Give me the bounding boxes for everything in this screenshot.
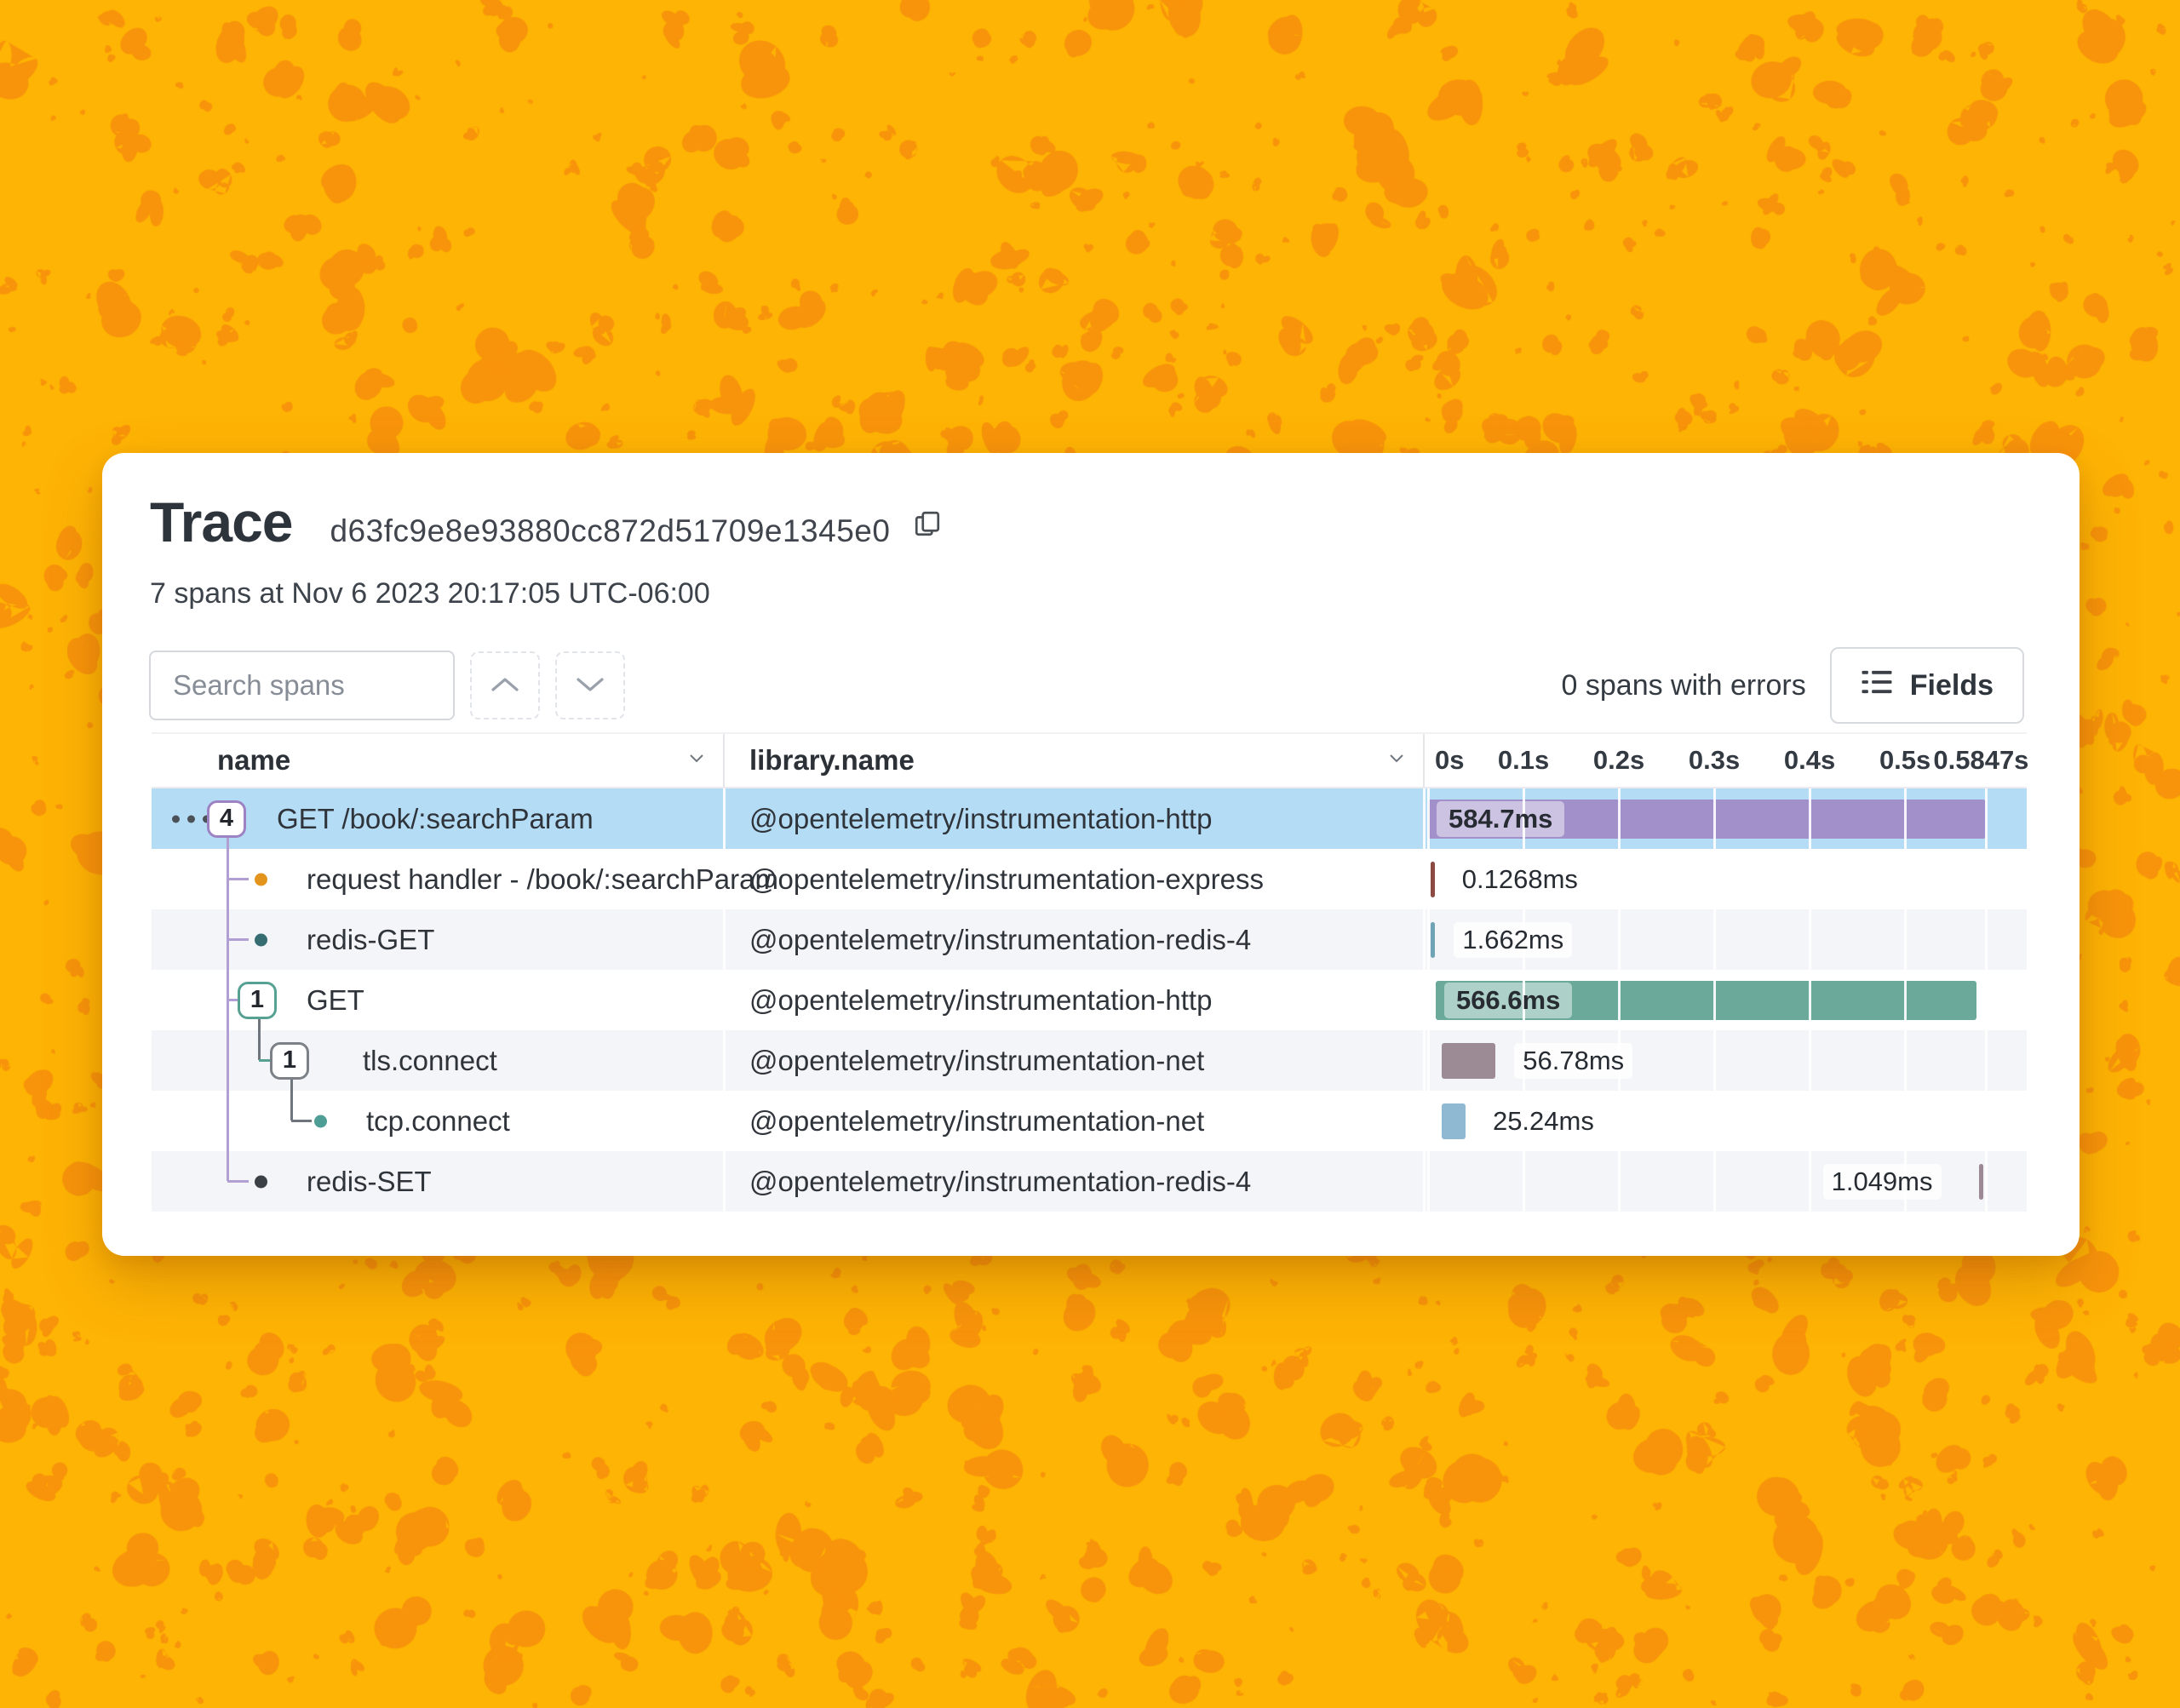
span-timeline-cell: 566.6ms (1425, 970, 2027, 1030)
duration-label: 0.1268ms (1454, 862, 1586, 897)
table-header: name library.name 0s 0.1s 0.2s 0.3s 0.4s 0.5s… (152, 732, 2027, 788)
span-name: request handler - /book/:searchParam (307, 863, 778, 896)
child-count-badge[interactable]: 1 (238, 982, 277, 1019)
span-name-cell: tcp.connect (152, 1091, 725, 1151)
span-library-cell: @opentelemetry/instrumentation-net (725, 1030, 1425, 1091)
copy-icon[interactable] (912, 508, 943, 543)
span-timeline-cell: 1.049ms (1425, 1151, 2027, 1212)
duration-label: 566.6ms (1444, 983, 1572, 1018)
page-title: Trace (150, 490, 292, 553)
library-name: @opentelemetry/instrumentation-net (749, 1045, 1204, 1077)
span-library-cell: @opentelemetry/instrumentation-express (725, 849, 1425, 909)
trace-id: d63fc9e8e93880cc872d51709e1345e0 (330, 513, 890, 549)
duration-label: 25.24ms (1484, 1103, 1603, 1139)
span-library-cell: @opentelemetry/instrumentation-net (725, 1091, 1425, 1151)
library-name: @opentelemetry/instrumentation-http (749, 984, 1212, 1017)
span-library-cell: @opentelemetry/instrumentation-http (725, 788, 1425, 849)
span-dot (255, 933, 267, 946)
duration-bar[interactable] (1431, 862, 1435, 897)
span-library-cell: @opentelemetry/instrumentation-redis-4 (725, 1151, 1425, 1212)
axis-tick: 0.3s (1689, 745, 1740, 776)
span-name: redis-GET (307, 924, 434, 956)
search-input[interactable] (149, 651, 455, 720)
duration-label: 584.7ms (1437, 801, 1564, 837)
span-name-cell: request handler - /book/:searchParam (152, 849, 725, 909)
axis-tick: 0s (1435, 745, 1464, 776)
span-timeline-cell: 56.78ms (1425, 1030, 2027, 1091)
span-timeline-cell: 25.24ms (1425, 1091, 2027, 1151)
span-row[interactable]: redis-GET @opentelemetry/instrumentation-… (152, 909, 2027, 970)
fields-button[interactable]: Fields (1830, 647, 2024, 724)
span-library-cell: @opentelemetry/instrumentation-redis-4 (725, 909, 1425, 970)
duration-bar[interactable] (1442, 1103, 1466, 1139)
span-row[interactable]: redis-SET @opentelemetry/instrumentation-… (152, 1151, 2027, 1212)
axis-tick: 0.5s (1879, 745, 1930, 776)
span-name: GET /book/:searchParam (277, 803, 594, 835)
next-match-button[interactable] (555, 651, 625, 719)
library-name: @opentelemetry/instrumentation-http (749, 803, 1212, 835)
duration-label: 1.049ms (1823, 1164, 1942, 1200)
span-name-cell: 4 GET /book/:searchParam (152, 788, 725, 849)
span-timeline-cell: 1.662ms (1425, 909, 2027, 970)
library-name: @opentelemetry/instrumentation-net (749, 1105, 1204, 1138)
chevron-down-icon (576, 676, 605, 696)
span-name: tcp.connect (366, 1105, 510, 1138)
prev-match-button[interactable] (470, 651, 540, 719)
span-name: GET (307, 984, 364, 1017)
trace-summary: 7 spans at Nov 6 2023 20:17:05 UTC-06:00 (150, 577, 2030, 610)
chevron-up-icon (490, 676, 519, 696)
field-list-icon (1861, 668, 1893, 703)
axis-tick: 0.4s (1784, 745, 1835, 776)
span-row[interactable]: tcp.connect @opentelemetry/instrumentatio… (152, 1091, 2027, 1151)
span-name-cell: 1 tls.connect (152, 1030, 725, 1091)
column-header-name[interactable]: name (152, 734, 725, 787)
trace-header: Trace d63fc9e8e93880cc872d51709e1345e0 (150, 490, 2030, 553)
library-name: @opentelemetry/instrumentation-express (749, 863, 1264, 896)
table-body: 4 GET /book/:searchParam @opentelemetry/in… (152, 788, 2027, 1212)
trace-panel: Trace d63fc9e8e93880cc872d51709e1345e0 7… (102, 453, 2080, 1256)
span-dot (255, 873, 267, 886)
span-name: tls.connect (363, 1045, 497, 1077)
span-timeline-cell: 584.7ms (1425, 788, 2027, 849)
row-menu-icon[interactable] (172, 815, 210, 822)
duration-label: 56.78ms (1514, 1043, 1632, 1079)
axis-tick: 0.2s (1593, 745, 1644, 776)
child-count-badge[interactable]: 4 (207, 800, 246, 838)
child-count-badge[interactable]: 1 (270, 1042, 309, 1080)
library-name: @opentelemetry/instrumentation-redis-4 (749, 1166, 1251, 1198)
span-timeline-cell: 0.1268ms (1425, 849, 2027, 909)
chevron-down-icon (689, 753, 704, 768)
toolbar: 0 spans with errors Fields (149, 650, 2024, 721)
time-axis: 0s 0.1s 0.2s 0.3s 0.4s 0.5s0.5847s (1425, 734, 2027, 787)
span-dot (255, 1175, 267, 1188)
span-name-cell: 1 GET (152, 970, 725, 1030)
span-name-cell: redis-SET (152, 1151, 725, 1212)
span-row[interactable]: request handler - /book/:searchParam@ope… (152, 849, 2027, 909)
duration-bar[interactable] (1431, 922, 1435, 958)
column-header-library[interactable]: library.name (725, 734, 1425, 787)
duration-label: 1.662ms (1454, 922, 1572, 958)
span-dot (314, 1115, 327, 1127)
span-row[interactable]: 1 GET @opentelemetry/instrumentation-http 5… (152, 970, 2027, 1030)
duration-bar[interactable] (1979, 1164, 1983, 1200)
error-count-text: 0 spans with errors (1562, 669, 1806, 702)
library-name: @opentelemetry/instrumentation-redis-4 (749, 924, 1251, 956)
span-row[interactable]: 1 tls.connect @opentelemetry/instrumentati… (152, 1030, 2027, 1091)
span-name-cell: redis-GET (152, 909, 725, 970)
duration-bar[interactable] (1442, 1043, 1496, 1079)
span-library-cell: @opentelemetry/instrumentation-http (725, 970, 1425, 1030)
span-name: redis-SET (307, 1166, 432, 1198)
fields-button-label: Fields (1910, 669, 1994, 702)
axis-tick: 0.1s (1498, 745, 1549, 776)
chevron-down-icon (1389, 753, 1404, 768)
span-table: name library.name 0s 0.1s 0.2s 0.3s 0.4s 0.5s… (152, 732, 2027, 1212)
span-row[interactable]: 4 GET /book/:searchParam @opentelemetry/in… (152, 788, 2027, 849)
axis-tick: 0.5847s (1933, 745, 2028, 776)
